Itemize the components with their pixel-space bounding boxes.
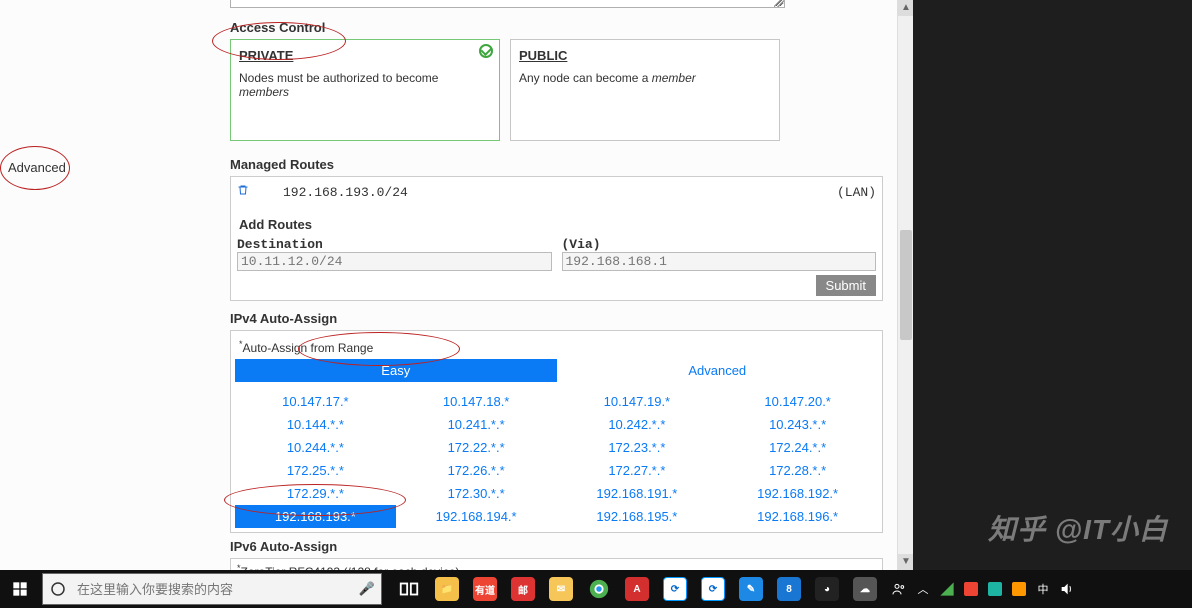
tray-icon-orange[interactable]	[1008, 572, 1030, 606]
tray-ime-icon[interactable]: 中	[1032, 572, 1054, 606]
via-label: (Via)	[562, 237, 601, 252]
scroll-thumb[interactable]	[900, 230, 912, 340]
cortana-icon[interactable]	[43, 574, 73, 604]
description-textarea[interactable]	[230, 0, 785, 8]
task-view-icon[interactable]	[390, 570, 428, 608]
range-option[interactable]: 172.30.*.*	[396, 482, 557, 505]
tray-icon-green[interactable]	[936, 572, 958, 606]
tab-easy[interactable]: Easy	[235, 359, 557, 382]
range-option[interactable]: 10.147.17.*	[235, 390, 396, 413]
private-desc: Nodes must be authorized to become membe…	[239, 71, 491, 99]
chrome-icon[interactable]	[580, 570, 618, 608]
tray-people-icon[interactable]	[888, 572, 910, 606]
public-title: PUBLIC	[519, 48, 771, 63]
access-control-legend: Access Control	[230, 20, 883, 35]
range-option[interactable]: 172.25.*.*	[235, 459, 396, 482]
destination-input[interactable]	[237, 252, 552, 271]
ipv6-rfc-row: *ZeroTier RFC4193 (/128 for each device)	[237, 563, 876, 570]
range-option[interactable]: 10.242.*.*	[557, 413, 718, 436]
route-tag: (LAN)	[837, 185, 876, 200]
ipv4-title: IPv4 Auto-Assign	[230, 311, 883, 326]
vertical-scrollbar[interactable]: ▲ ▼	[897, 0, 913, 570]
via-input[interactable]	[562, 252, 877, 271]
range-option[interactable]: 10.244.*.*	[235, 436, 396, 459]
check-icon	[479, 44, 493, 58]
app-icon-red2[interactable]: 邮	[504, 570, 542, 608]
range-option[interactable]: 192.168.193.*	[235, 505, 396, 528]
app-icon-blue2[interactable]: 8	[770, 570, 808, 608]
advanced-sidebar-label[interactable]: Advanced	[8, 160, 66, 175]
ipv4-box: *Auto-Assign from Range Easy Advanced 10…	[230, 330, 883, 533]
range-option[interactable]: 192.168.196.*	[717, 505, 878, 528]
route-cidr: 192.168.193.0/24	[283, 185, 408, 200]
range-option[interactable]: 192.168.195.*	[557, 505, 718, 528]
range-option[interactable]: 172.24.*.*	[717, 436, 878, 459]
steam-icon[interactable]: ◕	[808, 570, 846, 608]
tab-advanced[interactable]: Advanced	[557, 359, 879, 382]
scroll-down-arrow[interactable]: ▼	[898, 554, 914, 570]
watermark: 知乎 @IT小白	[988, 508, 1168, 548]
task-icons: 📁 有道 邮 ✉ A ⟳ ⟳ ✎ 8 ◕ ☁	[390, 570, 884, 608]
tray-volume-icon[interactable]	[1056, 572, 1078, 606]
pdf-icon[interactable]: A	[618, 570, 656, 608]
access-control-fieldset: Access Control PRIVATE Nodes must be aut…	[230, 14, 883, 141]
app-icon-gray[interactable]: ☁	[846, 570, 884, 608]
taskbar-search[interactable]: 🎤	[42, 573, 382, 605]
app-icon-blue1[interactable]: ✎	[732, 570, 770, 608]
route-row: 192.168.193.0/24 (LAN)	[237, 181, 876, 213]
range-option[interactable]: 172.29.*.*	[235, 482, 396, 505]
system-tray: ︿ 中	[884, 570, 1082, 608]
range-option[interactable]: 192.168.191.*	[557, 482, 718, 505]
range-option[interactable]: 192.168.192.*	[717, 482, 878, 505]
submit-button[interactable]: Submit	[816, 275, 876, 296]
app-icon-mail[interactable]: ✉	[542, 570, 580, 608]
access-private-card[interactable]: PRIVATE Nodes must be authorized to beco…	[230, 39, 500, 141]
app-icon-red1[interactable]: 有道	[466, 570, 504, 608]
browser-viewport: Access Control PRIVATE Nodes must be aut…	[0, 0, 913, 570]
private-title: PRIVATE	[239, 48, 491, 63]
range-option[interactable]: 172.23.*.*	[557, 436, 718, 459]
dest-label: Destination	[237, 237, 323, 252]
trash-icon[interactable]	[237, 183, 251, 201]
mic-icon[interactable]: 🎤	[353, 581, 381, 597]
range-option[interactable]: 10.243.*.*	[717, 413, 878, 436]
managed-routes-box: 192.168.193.0/24 (LAN) Add Routes Destin…	[230, 176, 883, 301]
file-explorer-icon[interactable]: 📁	[428, 570, 466, 608]
content: Access Control PRIVATE Nodes must be aut…	[230, 0, 913, 570]
tray-icon-teal[interactable]	[984, 572, 1006, 606]
tray-icon-red[interactable]	[960, 572, 982, 606]
ipv6-box: *ZeroTier RFC4193 (/128 for each device)	[230, 558, 883, 570]
taskbar-search-input[interactable]	[73, 582, 353, 597]
range-option[interactable]: 192.168.194.*	[396, 505, 557, 528]
range-grid: 10.147.17.*10.147.18.*10.147.19.*10.147.…	[235, 390, 878, 528]
range-option[interactable]: 10.147.18.*	[396, 390, 557, 413]
tray-expand-icon[interactable]: ︿	[912, 572, 934, 606]
range-option[interactable]: 172.28.*.*	[717, 459, 878, 482]
range-option[interactable]: 10.147.19.*	[557, 390, 718, 413]
range-option[interactable]: 10.144.*.*	[235, 413, 396, 436]
app-icon-o1[interactable]: ⟳	[656, 570, 694, 608]
auto-assign-label: *Auto-Assign from Range	[235, 335, 878, 359]
managed-routes-title: Managed Routes	[230, 157, 883, 172]
ipv6-title: IPv6 Auto-Assign	[230, 539, 883, 554]
start-button[interactable]	[0, 570, 40, 608]
access-public-card[interactable]: PUBLIC Any node can become a member	[510, 39, 780, 141]
app-icon-o2[interactable]: ⟳	[694, 570, 732, 608]
range-option[interactable]: 172.22.*.*	[396, 436, 557, 459]
right-dark-panel	[913, 0, 1192, 570]
range-option[interactable]: 10.147.20.*	[717, 390, 878, 413]
windows-taskbar: 🎤 📁 有道 邮 ✉ A ⟳ ⟳ ✎ 8 ◕ ☁ ︿ 中	[0, 570, 1192, 608]
add-routes-title: Add Routes	[239, 217, 874, 232]
public-desc: Any node can become a member	[519, 71, 771, 85]
range-option[interactable]: 172.26.*.*	[396, 459, 557, 482]
scroll-up-arrow[interactable]: ▲	[898, 0, 914, 16]
range-option[interactable]: 172.27.*.*	[557, 459, 718, 482]
range-option[interactable]: 10.241.*.*	[396, 413, 557, 436]
